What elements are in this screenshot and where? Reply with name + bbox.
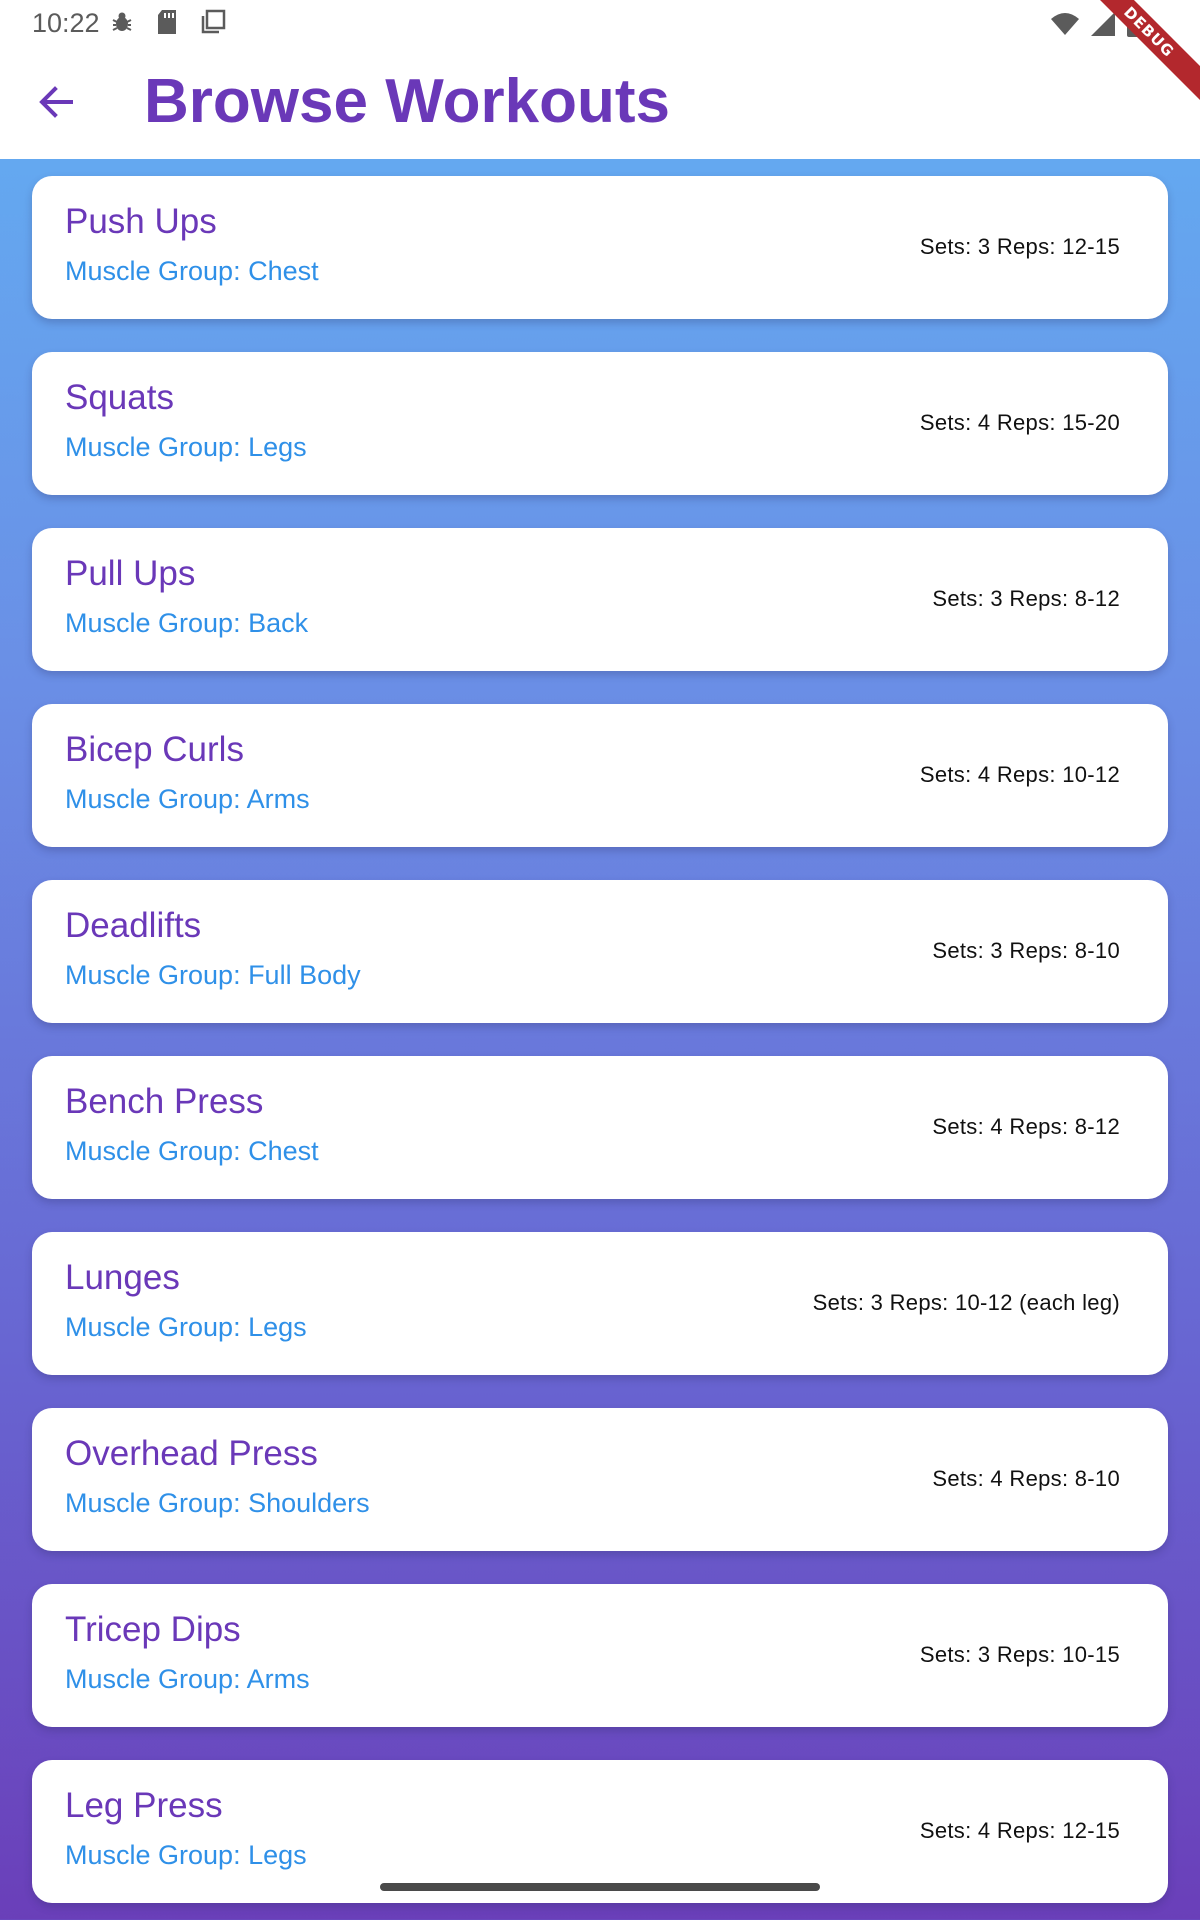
app-bar: Browse Workouts bbox=[0, 46, 1200, 159]
workout-sets-reps: Sets: 4 Reps: 12-15 bbox=[919, 1818, 1120, 1843]
workout-muscle-group: Muscle Group: Shoulders bbox=[65, 1488, 370, 1518]
status-time: 10:22 bbox=[32, 8, 100, 38]
workout-sets-reps: Sets: 3 Reps: 12-15 bbox=[919, 234, 1120, 259]
workout-sets-reps: Sets: 4 Reps: 15-20 bbox=[919, 410, 1120, 435]
arrow-left-icon bbox=[37, 83, 75, 126]
workout-card-overhead-press[interactable]: Overhead Press Muscle Group: Shoulders S… bbox=[32, 1408, 1168, 1551]
workout-sets-reps: Sets: 4 Reps: 8-12 bbox=[932, 1114, 1120, 1139]
bug-icon bbox=[110, 10, 134, 39]
workout-muscle-group: Muscle Group: Full Body bbox=[65, 960, 361, 990]
workout-card-push-ups[interactable]: Push Ups Muscle Group: Chest Sets: 3 Rep… bbox=[32, 176, 1168, 319]
home-indicator[interactable] bbox=[380, 1883, 820, 1891]
workout-card-tricep-dips[interactable]: Tricep Dips Muscle Group: Arms Sets: 3 R… bbox=[32, 1584, 1168, 1727]
workout-name: Pull Ups bbox=[65, 554, 196, 593]
status-bar: 10:22 DEBUG bbox=[0, 0, 1200, 101]
workout-name: Bicep Curls bbox=[65, 730, 244, 769]
workout-sets-reps: Sets: 3 Reps: 10-12 (each leg) bbox=[812, 1290, 1120, 1315]
sd-card-icon bbox=[156, 9, 178, 40]
workout-card-bicep-curls[interactable]: Bicep Curls Muscle Group: Arms Sets: 4 R… bbox=[32, 704, 1168, 847]
top-bar: 10:22 DEBUG Browse Workouts bbox=[0, 0, 1200, 159]
workout-name: Lunges bbox=[65, 1258, 180, 1297]
square-stack-icon bbox=[200, 9, 226, 40]
status-icons-left bbox=[110, 9, 226, 40]
workout-card-leg-press[interactable]: Leg Press Muscle Group: Legs Sets: 4 Rep… bbox=[32, 1760, 1168, 1903]
workout-muscle-group: Muscle Group: Back bbox=[65, 608, 309, 638]
workout-muscle-group: Muscle Group: Chest bbox=[65, 1136, 319, 1166]
workout-card-lunges[interactable]: Lunges Muscle Group: Legs Sets: 3 Reps: … bbox=[32, 1232, 1168, 1375]
workout-name: Tricep Dips bbox=[65, 1610, 241, 1649]
workout-name: Push Ups bbox=[65, 202, 217, 241]
workout-card-bench-press[interactable]: Bench Press Muscle Group: Chest Sets: 4 … bbox=[32, 1056, 1168, 1199]
workout-muscle-group: Muscle Group: Chest bbox=[65, 256, 319, 286]
workout-name: Squats bbox=[65, 378, 174, 417]
workout-muscle-group: Muscle Group: Legs bbox=[65, 1840, 307, 1870]
workout-card-deadlifts[interactable]: Deadlifts Muscle Group: Full Body Sets: … bbox=[32, 880, 1168, 1023]
workout-sets-reps: Sets: 3 Reps: 10-15 bbox=[919, 1642, 1120, 1667]
workout-list: Push Ups Muscle Group: Chest Sets: 3 Rep… bbox=[32, 176, 1168, 1920]
workout-card-squats[interactable]: Squats Muscle Group: Legs Sets: 4 Reps: … bbox=[32, 352, 1168, 495]
workout-sets-reps: Sets: 3 Reps: 8-12 bbox=[932, 586, 1120, 611]
wifi-icon bbox=[1050, 11, 1080, 42]
back-button[interactable] bbox=[28, 76, 84, 132]
workout-sets-reps: Sets: 3 Reps: 8-10 bbox=[932, 938, 1120, 963]
signal-icon bbox=[1090, 11, 1116, 42]
workout-card-pull-ups[interactable]: Pull Ups Muscle Group: Back Sets: 3 Reps… bbox=[32, 528, 1168, 671]
workout-sets-reps: Sets: 4 Reps: 8-10 bbox=[932, 1466, 1120, 1491]
workout-name: Deadlifts bbox=[65, 906, 202, 945]
workout-sets-reps: Sets: 4 Reps: 10-12 bbox=[919, 762, 1120, 787]
workout-name: Overhead Press bbox=[65, 1434, 318, 1473]
workout-muscle-group: Muscle Group: Legs bbox=[65, 432, 307, 462]
workout-muscle-group: Muscle Group: Legs bbox=[65, 1312, 307, 1342]
page-title: Browse Workouts bbox=[144, 67, 670, 136]
workout-name: Leg Press bbox=[65, 1786, 223, 1825]
workout-muscle-group: Muscle Group: Arms bbox=[65, 1664, 310, 1694]
workout-muscle-group: Muscle Group: Arms bbox=[65, 784, 310, 814]
workout-name: Bench Press bbox=[65, 1082, 264, 1121]
